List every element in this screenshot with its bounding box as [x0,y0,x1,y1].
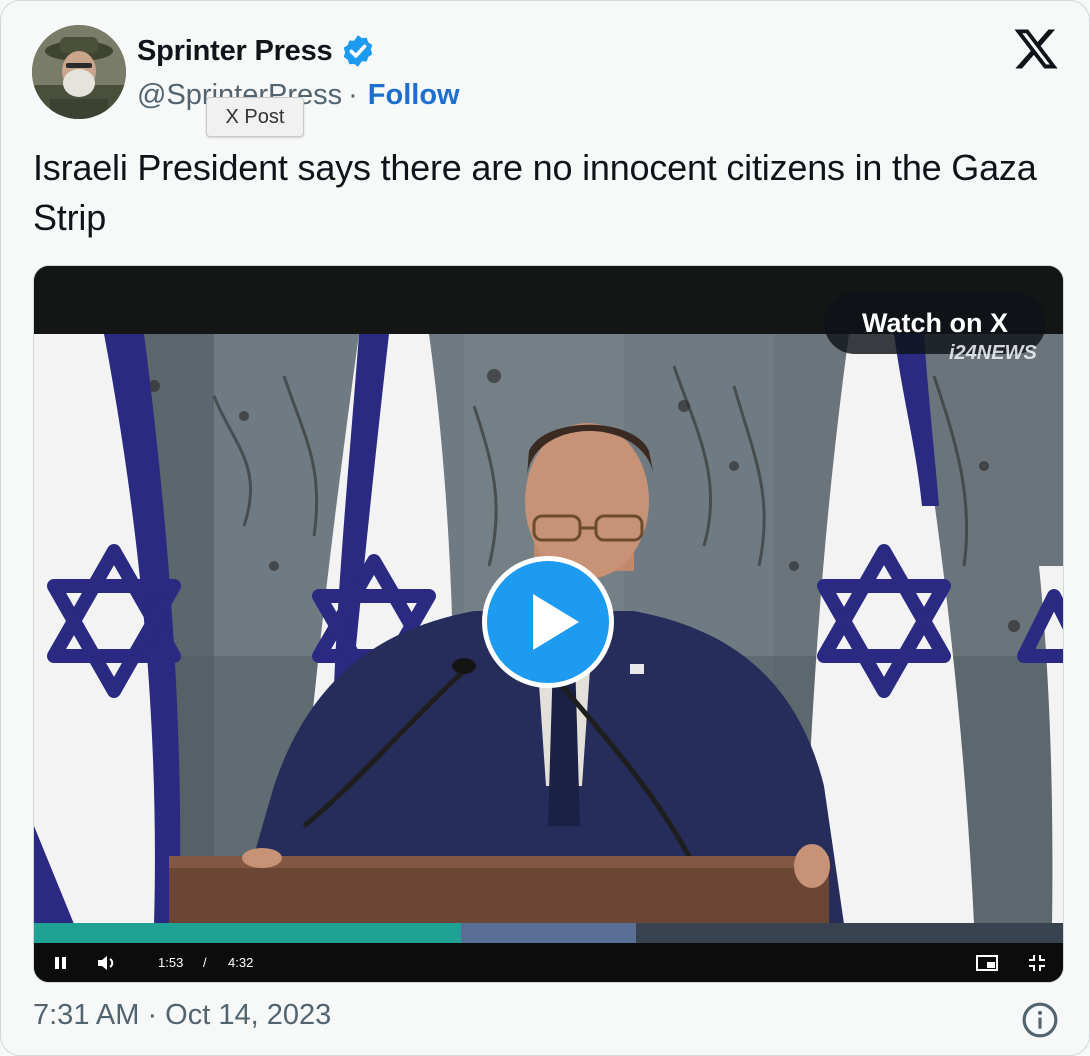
progress-played [34,923,462,943]
exit-fullscreen-icon [1029,954,1045,971]
channel-logo: i24NEWS [949,342,1037,364]
video-player[interactable]: Watch on X i24NEWS 1:53 / 4:32 [33,265,1064,983]
picture-in-picture-button[interactable] [976,943,998,982]
embedded-post-card[interactable]: Sprinter Press @SprinterPress · Follow X… [0,0,1090,1056]
pause-icon [55,956,66,969]
post-timestamp[interactable]: 7:31 AM · Oct 14, 2023 [33,999,331,1032]
author-name[interactable]: Sprinter Press [137,35,333,68]
current-time: 1:53 [158,955,184,970]
verified-badge-icon [344,35,373,67]
fullscreen-button[interactable] [1028,943,1046,982]
duration: 4:32 [228,955,254,970]
separator-dot: · [348,79,358,111]
time-separator: / [203,955,207,970]
follow-button[interactable]: Follow [368,79,460,112]
avatar[interactable] [32,25,126,119]
x-logo-icon[interactable] [1011,25,1061,73]
play-button[interactable] [482,556,614,688]
volume-icon [98,955,114,970]
volume-button[interactable] [96,943,118,982]
play-icon [533,594,579,650]
author-name-row[interactable]: Sprinter Press [137,33,376,69]
video-controls: 1:53 / 4:32 [34,943,1063,982]
tooltip: X Post [206,97,304,137]
picture-in-picture-icon [976,954,998,971]
video-progress-bar[interactable] [34,923,1063,943]
info-icon[interactable] [1021,1001,1059,1039]
pause-button[interactable] [52,943,70,982]
post-text: Israeli President says there are no inno… [33,147,1037,238]
avatar-image [32,25,126,119]
